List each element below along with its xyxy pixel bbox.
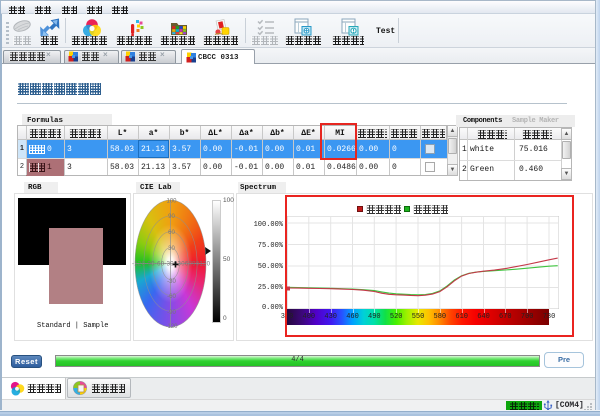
svg-text:-120-90-60-300306090120: -120-90-60-300306090120 [132, 262, 211, 268]
svg-text:30: 30 [168, 246, 175, 252]
svg-text:-30: -30 [167, 279, 176, 285]
svg-text:-120: -120 [165, 324, 178, 330]
svg-text:-90: -90 [167, 310, 176, 316]
svg-text:100: 100 [166, 199, 177, 205]
svg-text:-60: -60 [167, 294, 176, 300]
svg-text:90: 90 [168, 214, 175, 220]
svg-text:60: 60 [168, 230, 175, 236]
